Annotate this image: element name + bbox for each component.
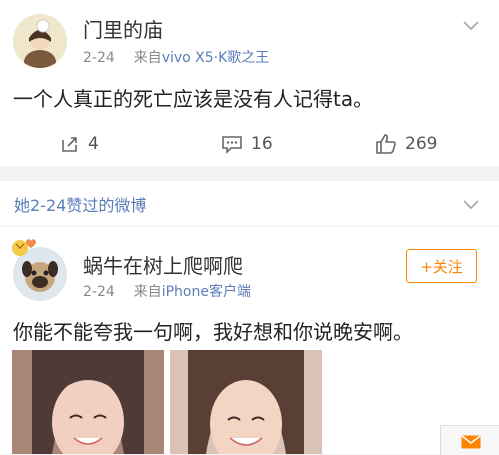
post-image[interactable] [12,350,164,454]
source-link[interactable]: vivo X5·K歌之王 [162,50,270,66]
comment-button[interactable]: 16 [221,130,273,158]
post-date: 2-24 [83,284,115,300]
chevron-down-icon[interactable] [462,16,480,34]
repost-icon [62,137,77,152]
heart-badge-icon [12,239,36,256]
comment-count: 16 [251,134,273,154]
avatar[interactable] [13,14,67,68]
mail-shortcut[interactable] [440,425,499,455]
like-button[interactable]: 269 [375,130,437,158]
chevron-down-icon[interactable] [462,195,480,213]
username[interactable]: 蜗牛在树上爬啊爬 [83,250,243,279]
post-date: 2-24 [83,50,115,66]
post-meta: 2-24 来自iPhone客户端 [83,281,251,301]
mail-icon [461,435,481,449]
post-image[interactable] [170,350,322,454]
post-text: 你能不能夸我一句啊，我好想和你说晚安啊。 [13,320,413,344]
post-text: 一个人真正的死亡应该是没有人记得ta。 [13,87,374,111]
like-icon [376,134,396,154]
section-title: 她2-24赞过的微博 [14,196,147,215]
section-header[interactable]: 她2-24赞过的微博 [0,181,499,226]
source-prefix: 来自 [133,284,162,300]
source-prefix: 来自 [133,50,162,66]
comment-icon [222,136,242,154]
post-meta: 2-24 来自vivo X5·K歌之王 [83,47,269,67]
like-count: 269 [405,134,438,154]
follow-button[interactable]: +关注 [406,249,477,283]
repost-count: 4 [88,134,99,154]
username[interactable]: 门里的庙 [83,14,163,43]
repost-button[interactable]: 4 [60,130,99,158]
source-link[interactable]: iPhone客户端 [162,284,251,300]
